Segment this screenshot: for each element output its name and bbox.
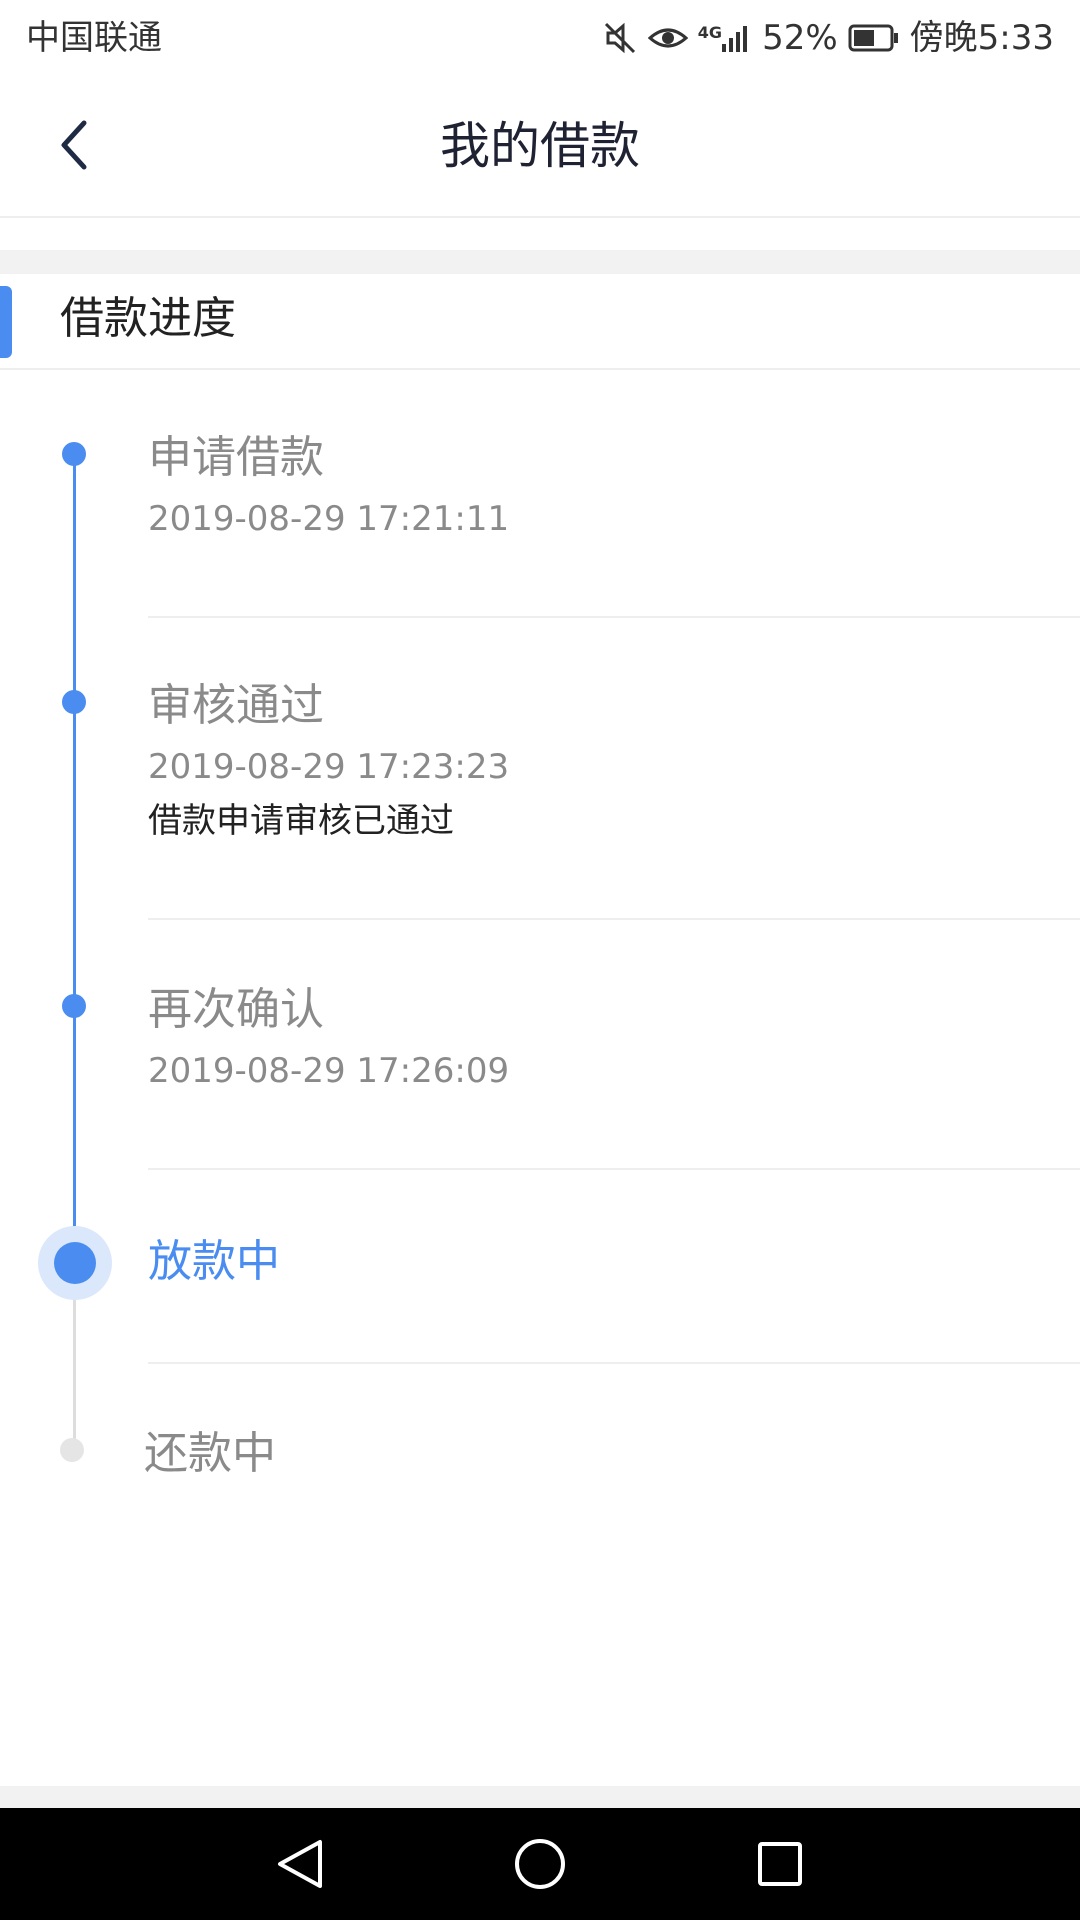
step-note: 借款申请审核已通过 xyxy=(148,801,454,841)
divider xyxy=(148,1168,1080,1170)
system-nav-bar xyxy=(0,1808,1080,1920)
divider xyxy=(148,918,1080,920)
nav-back-button[interactable] xyxy=(270,1834,330,1894)
bottom-spacer xyxy=(0,1786,1080,1808)
recents-square-icon xyxy=(758,1842,802,1886)
eye-icon xyxy=(647,20,688,56)
page-title: 我的借款 xyxy=(440,117,640,175)
carrier-label: 中国联通 xyxy=(26,18,162,58)
step-title: 再次确认 xyxy=(148,984,324,1035)
step-title: 审核通过 xyxy=(148,680,324,731)
signal-icon: 4G xyxy=(698,20,752,56)
timeline-dot-done xyxy=(62,442,86,466)
back-triangle-icon xyxy=(278,1840,322,1888)
section-accent-bar xyxy=(0,286,12,358)
step-time: 2019-08-29 17:21:11 xyxy=(148,499,510,539)
nav-recents-button[interactable] xyxy=(750,1834,810,1894)
step-title-current: 放款中 xyxy=(148,1236,280,1287)
step-time: 2019-08-29 17:23:23 xyxy=(148,747,510,787)
timeline-dot-done xyxy=(62,994,86,1018)
network-type-label: 4G xyxy=(697,23,723,42)
step-title: 还款中 xyxy=(144,1428,276,1479)
divider xyxy=(148,616,1080,618)
home-circle-icon xyxy=(515,1839,565,1889)
section-title: 借款进度 xyxy=(60,293,236,344)
timeline-dot-current-core xyxy=(54,1242,96,1284)
timeline-dot-current xyxy=(38,1226,112,1300)
timeline-line-completed xyxy=(73,454,76,1264)
divider xyxy=(148,1362,1080,1364)
step-time: 2019-08-29 17:26:09 xyxy=(148,1051,510,1091)
status-icons: 4G 52% 傍晚5:33 xyxy=(602,14,1054,62)
battery-percent: 52% xyxy=(762,18,838,58)
section-header: 借款进度 xyxy=(0,274,1080,370)
nav-home-button[interactable] xyxy=(510,1834,570,1894)
clock: 傍晚5:33 xyxy=(909,18,1054,58)
app-header: 我的借款 xyxy=(0,76,1080,218)
mute-icon xyxy=(602,20,638,56)
section-spacer xyxy=(0,250,1080,274)
battery-icon xyxy=(848,23,900,53)
step-title: 申请借款 xyxy=(148,432,324,483)
timeline-dot-done xyxy=(62,690,86,714)
timeline-dot-pending xyxy=(60,1438,84,1462)
status-bar: 中国联通 4G 52% 傍晚5:33 xyxy=(0,0,1080,76)
